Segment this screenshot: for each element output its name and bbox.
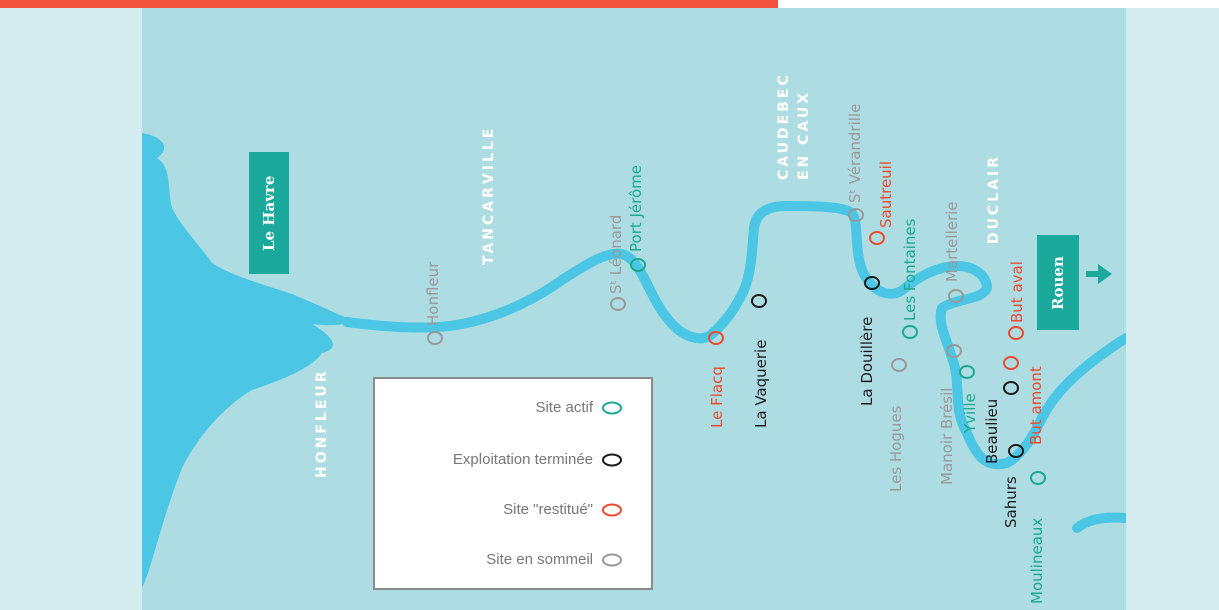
active-site-icon [602, 401, 622, 414]
rouen-label: Rouen [1049, 256, 1067, 310]
legend-label-active: Site actif [535, 399, 593, 416]
restored-site-icon [602, 503, 622, 516]
site-label-le-flacq: Le Flacq [708, 366, 726, 428]
left-margin [0, 8, 142, 610]
site-label-sahurs: Sahurs [1002, 476, 1020, 528]
arrow-right-icon [1086, 264, 1112, 284]
site-label-but-amont: But amont [1027, 366, 1045, 445]
site-label-moulineaux: Moulineaux [1028, 517, 1046, 604]
site-label-les-fontaines: Les Fontaines [901, 218, 919, 321]
town-duclair: DUCLAIR [986, 153, 1002, 244]
dormant-site-icon [602, 553, 622, 566]
town-caudebec: CAUDEBEC EN CAUX [774, 72, 814, 180]
town-caudebec-line1: CAUDEBEC [776, 72, 792, 180]
site-label-st-leonard: Sᵗ Léonard [607, 214, 625, 294]
site-marker-honfleur [427, 331, 443, 345]
legend-row-dormant: Site en sommeil [486, 551, 623, 568]
site-label-les-hogues: Les Hogues [887, 405, 905, 492]
site-label-la-douillere: La Douillère [858, 316, 876, 406]
site-marker-la-vaquerie [751, 294, 767, 308]
legend: Site actif Exploitation terminée Site "r… [373, 377, 653, 590]
site-label-but-aval: But aval [1008, 261, 1026, 323]
site-label-st-verandrille: Sᵗ Vérandrille [846, 103, 864, 203]
site-label-sautreuil: Sautreuil [877, 160, 895, 228]
legend-row-restored: Site "restitué" [503, 501, 623, 518]
site-label-yville: Yville [961, 393, 979, 433]
legend-label-dormant: Site en sommeil [486, 551, 593, 568]
lower-river [1072, 512, 1126, 533]
right-margin [1126, 8, 1219, 610]
site-marker-but-amont [1003, 356, 1019, 370]
site-label-manoir-bresil: Manoir Brésil [938, 387, 956, 485]
town-caudebec-line2: EN CAUX [796, 90, 812, 180]
town-honfleur: HONFLEUR [314, 368, 330, 478]
finished-site-icon [602, 453, 622, 466]
site-label-honfleur: Honfleur [424, 261, 442, 326]
site-marker-les-hogues [891, 358, 907, 372]
site-label-martellerie: Martellerie [943, 201, 961, 282]
site-label-port-jerome: Port Jérôme [627, 164, 645, 252]
site-label-beaulieu: Beaulieu [983, 398, 1001, 464]
site-marker-beaulieu [1003, 381, 1019, 395]
site-marker-but-aval [1008, 326, 1024, 340]
legend-row-finished: Exploitation terminée [453, 451, 623, 468]
site-marker-yville [959, 365, 975, 379]
legend-label-finished: Exploitation terminée [452, 451, 593, 468]
le-havre-label: Le Havre [260, 175, 278, 251]
site-label-la-vaquerie: La Vaquerie [752, 339, 770, 428]
estuary-shape [142, 133, 352, 588]
site-marker-st-leonard [610, 297, 626, 311]
site-marker-sautreuil [869, 231, 885, 245]
town-tancarville: TANCARVILLE [481, 125, 497, 265]
legend-label-restored: Site "restitué" [503, 501, 593, 518]
site-marker-moulineaux [1030, 471, 1046, 485]
legend-row-active: Site actif [535, 399, 623, 416]
site-marker-les-fontaines [902, 325, 918, 339]
